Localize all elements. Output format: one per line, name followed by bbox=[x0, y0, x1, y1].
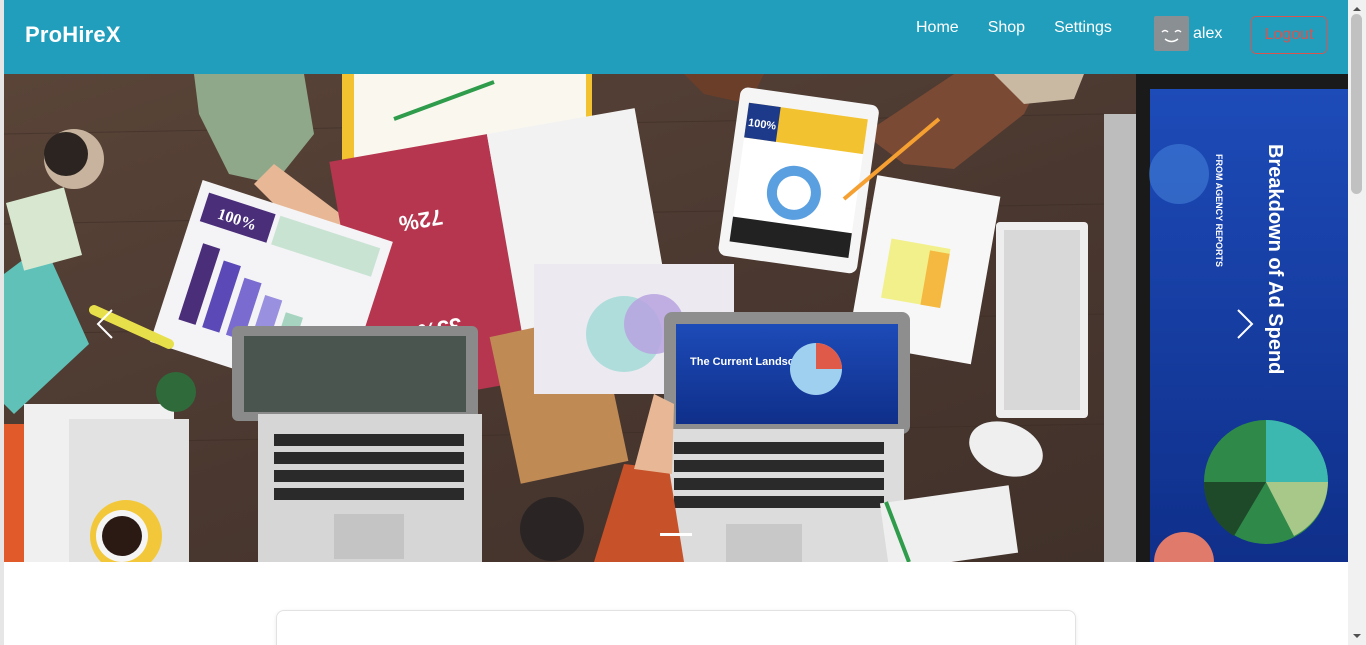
avatar bbox=[1154, 16, 1189, 51]
chevron-right-icon bbox=[1237, 309, 1254, 339]
avatar-face-icon bbox=[1161, 29, 1182, 43]
monitor-title-text: Breakdown of Ad Spend bbox=[1264, 144, 1286, 374]
scroll-down-icon[interactable] bbox=[1352, 631, 1362, 641]
monitor-subtitle-text: FROM AGENCY REPORTS bbox=[1214, 154, 1224, 267]
user-menu[interactable]: alex bbox=[1154, 16, 1222, 51]
nav-link-shop[interactable]: Shop bbox=[988, 19, 1025, 37]
scrollbar[interactable] bbox=[1348, 0, 1366, 645]
logout-button[interactable]: Logout bbox=[1251, 16, 1327, 54]
chevron-left-icon bbox=[96, 309, 113, 339]
scrollbar-thumb[interactable] bbox=[1351, 14, 1362, 194]
carousel-next-button[interactable] bbox=[1224, 304, 1264, 344]
username: alex bbox=[1193, 24, 1223, 42]
navbar: ProHireX Home Shop Settings alex Logout bbox=[4, 0, 1348, 74]
nav-link-home[interactable]: Home bbox=[916, 19, 959, 37]
content-card bbox=[276, 610, 1076, 645]
scroll-up-icon[interactable] bbox=[1352, 4, 1362, 14]
hero-image: 72% 35% 100% bbox=[4, 74, 1348, 562]
hero-carousel: 72% 35% 100% bbox=[4, 74, 1348, 562]
carousel-prev-button[interactable] bbox=[86, 304, 126, 344]
carousel-indicator-active[interactable] bbox=[660, 533, 692, 536]
page: ProHireX Home Shop Settings alex Logout bbox=[0, 0, 1366, 645]
nav-links: Home Shop Settings bbox=[916, 19, 1141, 37]
nav-link-settings[interactable]: Settings bbox=[1054, 19, 1112, 37]
brand-logo[interactable]: ProHireX bbox=[25, 22, 121, 48]
